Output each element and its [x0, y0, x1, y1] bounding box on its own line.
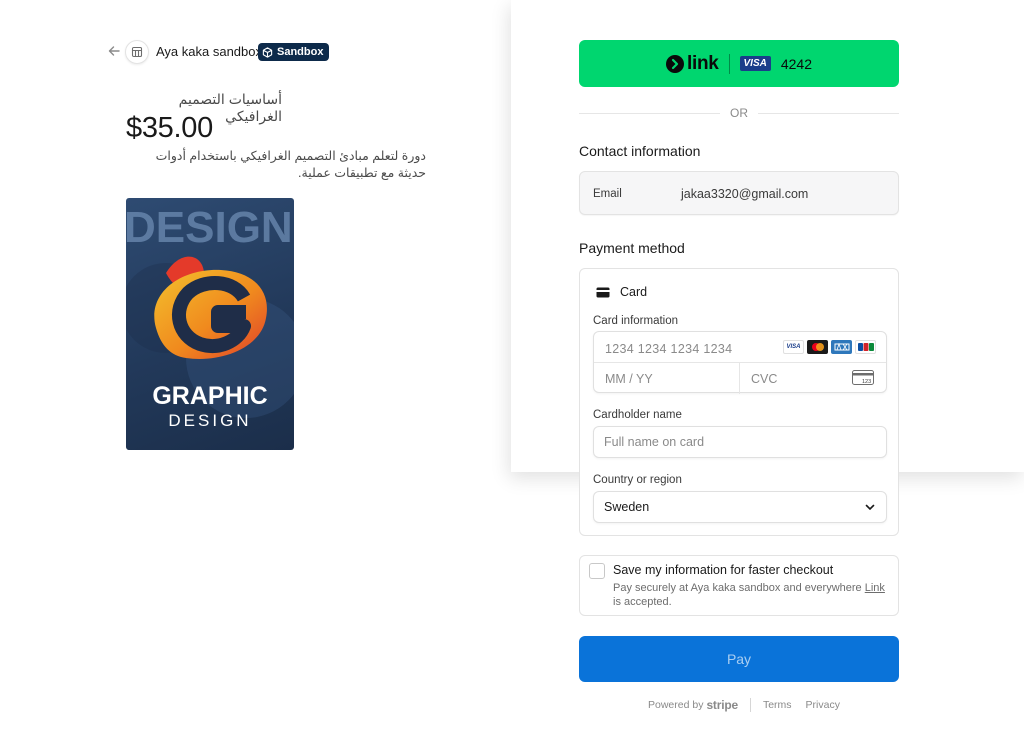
store-icon — [125, 40, 149, 64]
terms-link[interactable]: Terms — [763, 699, 792, 711]
payment-method-box: Card Card information 1234 1234 1234 123… — [579, 268, 899, 536]
card-info-input: 1234 1234 1234 1234 VISA MM / YY CVC 123 — [593, 331, 887, 394]
credit-card-icon — [596, 287, 610, 297]
visa-card-icon: VISA — [739, 56, 771, 71]
pay-button[interactable]: Pay — [579, 636, 899, 682]
country-label: Country or region — [593, 474, 682, 486]
payment-title: Payment method — [579, 240, 685, 256]
sandbox-cube-icon — [262, 46, 273, 58]
back-arrow-icon[interactable] — [106, 43, 122, 59]
product-description: دورة لتعلم مبادئ التصميم الغرافيكي باستخ… — [155, 149, 426, 180]
image-line2-text: DESIGN — [168, 411, 251, 430]
privacy-link[interactable]: Privacy — [806, 699, 840, 711]
cvc-card-icon: 123 — [852, 370, 874, 385]
contact-title: Contact information — [579, 143, 701, 159]
sandbox-badge: Sandbox — [258, 43, 330, 61]
powered-by-text: Powered by — [648, 699, 704, 711]
jcb-icon — [855, 340, 876, 354]
mastercard-icon — [807, 340, 828, 354]
email-label: Email — [593, 188, 622, 200]
email-value: jakaa3320@gmail.com — [681, 187, 809, 201]
product-image: DESIGN GRAPHIC DESIGN — [126, 198, 294, 450]
stripe-logo[interactable]: stripe — [706, 698, 738, 712]
save-info-title: Save my information for faster checkout — [613, 563, 834, 577]
card-info-label: Card information — [593, 315, 679, 327]
expiry-input[interactable]: MM / YY — [605, 372, 653, 386]
or-divider: OR — [579, 106, 899, 120]
link-arrow-icon — [665, 54, 684, 73]
link-pay-button[interactable]: link VISA 4242 — [579, 40, 899, 87]
product-price: $35.00 — [126, 112, 213, 144]
link-logo: link — [665, 53, 719, 75]
save-info-desc: Pay securely at Aya kaka sandbox and eve… — [613, 582, 885, 608]
save-info-box: Save my information for faster checkout … — [579, 555, 899, 616]
country-value: Sweden — [604, 500, 650, 514]
country-select[interactable]: Sweden — [593, 491, 887, 523]
cardholder-input[interactable]: Full name on card — [593, 426, 887, 458]
merchant-name: Aya kaka sandbox — [156, 44, 262, 59]
link-divider — [728, 53, 730, 74]
card-number-input[interactable]: 1234 1234 1234 1234 — [605, 342, 732, 356]
email-field[interactable]: Email jakaa3320@gmail.com — [579, 171, 899, 215]
visa-icon: VISA — [783, 340, 804, 354]
card-method-header[interactable]: Card — [596, 285, 647, 299]
cardholder-label: Cardholder name — [593, 409, 682, 421]
chevron-down-icon — [865, 504, 875, 510]
cvc-input[interactable]: CVC — [751, 372, 777, 386]
or-text: OR — [730, 106, 748, 120]
image-line1-text: GRAPHIC — [152, 382, 267, 410]
card-brands: VISA — [783, 340, 876, 354]
image-top-text: DESIGN — [126, 203, 293, 252]
footer: Powered by stripe Terms Privacy — [648, 698, 840, 712]
link-text-link[interactable]: Link — [865, 582, 885, 594]
link-card-last4: 4242 — [780, 55, 813, 72]
sandbox-badge-label: Sandbox — [277, 46, 324, 58]
save-info-checkbox[interactable] — [589, 563, 605, 579]
card-method-label: Card — [620, 285, 648, 299]
amex-icon — [831, 340, 852, 354]
svg-text:123: 123 — [862, 379, 871, 385]
